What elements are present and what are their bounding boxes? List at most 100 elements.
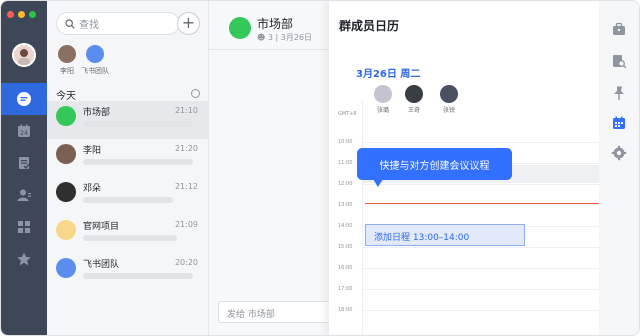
avatar [405,85,423,103]
nav-docs[interactable] [1,147,47,179]
search-placeholder: 查找 [79,20,99,31]
favorites-icon [17,252,31,266]
hour-gridline [362,247,599,248]
conversation-meta: ☻ 3 | 3月26日 [257,32,312,43]
compose-placeholder: 发给 市场部 [227,310,275,320]
message-input[interactable]: 发给 市场部 [218,301,330,323]
hour-label: 15:00 [338,244,353,250]
hour-label: 11:00 [338,160,353,166]
contacts-icon [17,189,31,201]
calendar-icon: 24 [18,124,30,137]
avatar [58,45,76,63]
avatar [86,45,104,63]
chat-time: 21:12 [174,182,198,191]
right-toolbar [599,1,639,335]
member-count: 3 [267,33,273,42]
pin-icon[interactable] [611,85,627,101]
chat-name: 邓朵 [83,184,102,194]
chat-list-item[interactable]: 邓朵 21:12 [47,177,208,215]
member-avatar[interactable]: 张锐 [437,85,461,114]
chat-name: 官网项目 [83,222,120,232]
divider [209,49,329,50]
hour-label: 16:00 [338,265,353,271]
collapse-section-icon[interactable] [191,89,200,98]
message-preview-placeholder [83,121,193,127]
member-name: 张璐 [376,107,389,114]
hour-label: 13:00 [338,202,353,208]
settings-icon[interactable] [611,145,627,161]
nav-favorites[interactable] [1,243,47,275]
nav-workplace[interactable] [1,211,47,243]
chat-name: 李阳 [83,146,102,156]
avatar [374,85,392,103]
group-avatar [229,17,251,39]
chat-name: 飞书团队 [83,260,120,270]
hour-gridline [362,142,599,143]
workplace-icon [18,221,30,233]
hour-gridline [362,310,599,311]
hour-label: 14:00 [338,223,353,229]
nav-calendar[interactable]: 24 [1,115,47,147]
member-name: 王奇 [407,107,420,114]
chat-list-panel: 查找 + 李阳 飞书团队 今天 市场部 21:10 李阳 21:20 邓朵 21… [47,1,209,335]
avatar [56,182,76,202]
message-preview-placeholder [83,159,193,165]
panel-title: 群成员日历 [339,19,400,33]
chat-name: 市场部 [83,108,111,118]
hour-label: 18:00 [338,307,353,313]
chat-time: 21:09 [174,220,198,229]
current-time-indicator [365,203,599,204]
add-event-slot[interactable]: 添加日程 13:00–14:00 [365,224,525,246]
svg-text:24: 24 [20,130,28,137]
search-input[interactable]: 查找 [56,12,180,35]
create-button[interactable]: + [177,12,200,35]
member-icon: ☻ [257,33,266,42]
user-avatar[interactable] [12,43,36,67]
tooltip-text: 快捷与对方创建会议议程 [379,160,490,172]
group-avatar [56,258,76,278]
pinned-contact[interactable]: 飞书团队 [77,45,113,76]
left-nav: 24 [1,1,47,335]
close-window-button[interactable] [7,11,14,18]
chat-list-item[interactable]: 市场部 21:10 [47,101,208,139]
tooltip-arrow [373,179,383,187]
nav-contacts[interactable] [1,179,47,211]
chat-list-item[interactable]: 官网项目 21:09 [47,215,208,253]
chat-time: 21:10 [174,106,198,115]
docs-icon [19,157,30,170]
message-preview-placeholder [83,235,177,241]
group-avatar [56,220,76,240]
hour-gridline [362,268,599,269]
chat-icon [17,92,31,106]
add-event-label: 添加日程 13:00–14:00 [374,233,470,243]
hour-gridline [362,289,599,290]
message-preview-placeholder [83,197,173,203]
calendar-icon[interactable] [611,115,627,131]
message-preview-placeholder [83,273,193,279]
conversation-date: 3月26日 [280,33,313,42]
hour-label: 12:00 [338,181,353,187]
calendar-date-heading[interactable]: 3月26日 周二 [356,65,420,80]
hour-gridline [362,184,599,185]
conversation-title: 市场部 [257,17,294,31]
chat-list-item[interactable]: 飞书团队 20:20 [47,253,208,291]
search-icon [65,18,75,29]
chat-list-item[interactable]: 李阳 21:20 [47,139,208,177]
briefcase-icon[interactable] [611,21,627,37]
nav-chat[interactable] [1,83,47,115]
pinned-label: 李阳 [60,67,74,75]
doc-search-icon[interactable] [611,53,627,69]
window-controls [7,11,36,18]
member-avatar[interactable]: 张璐 [371,85,395,114]
section-header-today: 今天 [56,91,76,102]
pinned-label: 飞书团队 [81,67,109,75]
avatar [56,144,76,164]
minimize-window-button[interactable] [18,11,25,18]
hour-label: 10:00 [338,139,353,145]
member-avatar[interactable]: 王奇 [402,85,426,114]
timeline-axis [362,101,363,335]
member-name: 张锐 [442,107,455,114]
chat-time: 21:20 [174,144,198,153]
maximize-window-button[interactable] [29,11,36,18]
group-avatar [56,106,76,126]
